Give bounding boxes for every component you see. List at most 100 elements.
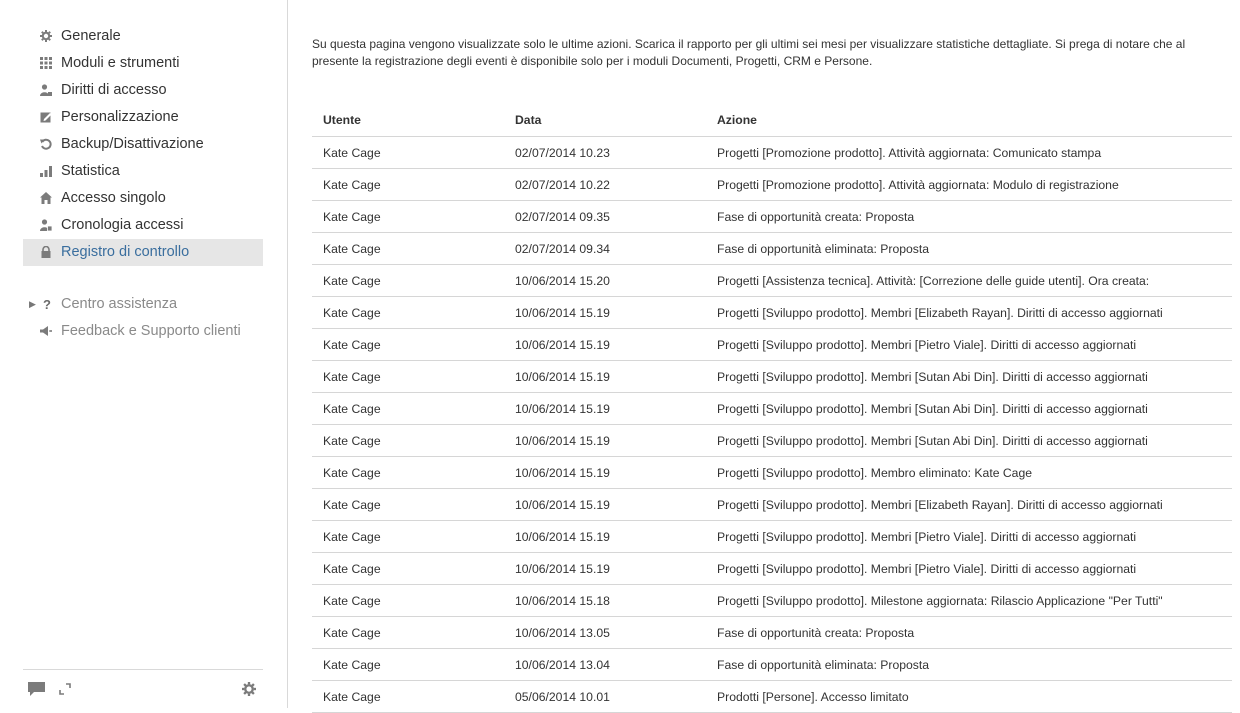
table-body: Kate Cage 02/07/2014 10.23 Progetti [Promo… <box>312 136 1232 713</box>
cell-action: Progetti [Sviluppo prodotto]. Membri [Su… <box>706 360 1232 393</box>
sidebar-item-label: Centro assistenza <box>61 296 178 312</box>
table-row: Kate Cage 10/06/2014 15.19 Progetti [Svilu… <box>312 328 1232 361</box>
cell-action: Progetti [Sviluppo prodotto]. Membri [Pi… <box>706 520 1232 553</box>
cell-action: Progetti [Sviluppo prodotto]. Membro eli… <box>706 456 1232 489</box>
cell-date: 02/07/2014 09.34 <box>504 232 706 265</box>
cell-action: Progetti [Promozione prodotto]. Attività… <box>706 136 1232 169</box>
table-header-row: Utente Data Azione <box>312 103 1232 137</box>
cell-action: Progetti [Sviluppo prodotto]. Membri [Su… <box>706 392 1232 425</box>
table-row: Kate Cage 02/07/2014 09.34 Fase di opportu… <box>312 232 1232 265</box>
user-key-icon <box>40 77 54 96</box>
column-header-data: Data <box>504 103 706 137</box>
cell-user: Kate Cage <box>312 168 504 201</box>
cell-action: Fase di opportunità creata: Proposta <box>706 616 1232 649</box>
sidebar-item-statistica[interactable]: Statistica <box>23 158 263 185</box>
cell-date: 10/06/2014 13.04 <box>504 648 706 681</box>
cell-action: Progetti [Sviluppo prodotto]. Membri [Pi… <box>706 328 1232 361</box>
sidebar-item-diritti[interactable]: Diritti di accesso <box>23 77 263 104</box>
cell-user: Kate Cage <box>312 648 504 681</box>
table-row: Kate Cage 10/06/2014 15.19 Progetti [Svilu… <box>312 296 1232 329</box>
sidebar-item-feedback[interactable]: Feedback e Supporto clienti <box>23 318 263 345</box>
chat-icon[interactable] <box>28 682 45 702</box>
sidebar-item-label: Diritti di accesso <box>61 82 167 98</box>
table-row: Kate Cage 02/07/2014 10.22 Progetti [Promo… <box>312 168 1232 201</box>
sidebar-item-label: Generale <box>61 28 121 44</box>
audit-log-table: Utente Data Azione Kate Cage 02/07/2014 1… <box>312 103 1232 713</box>
column-header-utente: Utente <box>312 103 504 137</box>
expand-icon[interactable] <box>59 682 71 700</box>
table-row: Kate Cage 10/06/2014 13.04 Fase di opportu… <box>312 648 1232 681</box>
restore-icon <box>40 131 54 150</box>
sidebar-item-label: Statistica <box>61 163 120 179</box>
grid-icon <box>40 50 54 69</box>
cell-date: 10/06/2014 15.19 <box>504 424 706 457</box>
table-row: Kate Cage 10/06/2014 13.05 Fase di opportu… <box>312 616 1232 649</box>
cell-date: 10/06/2014 13.05 <box>504 616 706 649</box>
sidebar-footer <box>23 669 263 709</box>
table-row: Kate Cage 10/06/2014 15.19 Progetti [Svilu… <box>312 456 1232 489</box>
cell-user: Kate Cage <box>312 392 504 425</box>
table-row: Kate Cage 10/06/2014 15.19 Progetti [Svilu… <box>312 488 1232 521</box>
sidebar-item-backup[interactable]: Backup/Disattivazione <box>23 131 263 158</box>
sidebar-item-registro[interactable]: Registro di controllo <box>23 239 263 266</box>
cell-action: Fase di opportunità eliminata: Proposta <box>706 648 1232 681</box>
table-row: Kate Cage 10/06/2014 15.19 Progetti [Svilu… <box>312 392 1232 425</box>
sidebar-item-centro-assistenza[interactable]: ▶ ? Centro assistenza <box>23 291 263 318</box>
main-content: Su questa pagina vengono visualizzate so… <box>312 0 1232 713</box>
sidebar-item-label: Backup/Disattivazione <box>61 136 204 152</box>
cell-user: Kate Cage <box>312 520 504 553</box>
table-row: Kate Cage 10/06/2014 15.19 Progetti [Svilu… <box>312 552 1232 585</box>
table-row: Kate Cage 10/06/2014 15.19 Progetti [Svilu… <box>312 520 1232 553</box>
cell-date: 10/06/2014 15.19 <box>504 456 706 489</box>
table-row: Kate Cage 10/06/2014 15.19 Progetti [Svilu… <box>312 360 1232 393</box>
cell-user: Kate Cage <box>312 488 504 521</box>
cell-date: 10/06/2014 15.19 <box>504 296 706 329</box>
cell-action: Progetti [Promozione prodotto]. Attività… <box>706 168 1232 201</box>
sidebar-item-generale[interactable]: Generale <box>23 23 263 50</box>
cell-user: Kate Cage <box>312 264 504 297</box>
column-header-azione: Azione <box>706 103 1232 137</box>
cell-action: Fase di opportunità eliminata: Proposta <box>706 232 1232 265</box>
sidebar-item-moduli[interactable]: Moduli e strumenti <box>23 50 263 77</box>
bar-chart-icon <box>40 158 54 177</box>
cell-user: Kate Cage <box>312 328 504 361</box>
cell-date: 02/07/2014 10.22 <box>504 168 706 201</box>
sidebar: Generale Moduli e strumenti Diritti di a… <box>0 0 288 708</box>
cell-user: Kate Cage <box>312 360 504 393</box>
cell-action: Progetti [Sviluppo prodotto]. Membri [Pi… <box>706 552 1232 585</box>
table-row: Kate Cage 02/07/2014 10.23 Progetti [Promo… <box>312 136 1232 169</box>
sidebar-item-accesso-singolo[interactable]: Accesso singolo <box>23 185 263 212</box>
cell-date: 10/06/2014 15.19 <box>504 488 706 521</box>
cell-user: Kate Cage <box>312 456 504 489</box>
sidebar-item-personalizzazione[interactable]: Personalizzazione <box>23 104 263 131</box>
cell-date: 10/06/2014 15.20 <box>504 264 706 297</box>
caret-right-icon[interactable]: ▶ <box>29 291 36 318</box>
cell-action: Progetti [Sviluppo prodotto]. Membri [El… <box>706 488 1232 521</box>
edit-icon <box>40 104 54 123</box>
sidebar-item-cronologia[interactable]: Cronologia accessi <box>23 212 263 239</box>
question-icon: ? <box>43 297 51 312</box>
user-history-icon <box>40 212 54 231</box>
sidebar-item-label: Accesso singolo <box>61 190 166 206</box>
home-icon <box>40 185 54 204</box>
gear-icon <box>40 23 54 42</box>
table-row: Kate Cage 10/06/2014 15.20 Progetti [Assis… <box>312 264 1232 297</box>
cell-action: Progetti [Sviluppo prodotto]. Membri [El… <box>706 296 1232 329</box>
table-row: Kate Cage 10/06/2014 15.19 Progetti [Svilu… <box>312 424 1232 457</box>
table-row: Kate Cage 02/07/2014 09.35 Fase di opportu… <box>312 200 1232 233</box>
cell-date: 10/06/2014 15.19 <box>504 552 706 585</box>
cell-date: 10/06/2014 15.19 <box>504 520 706 553</box>
cell-user: Kate Cage <box>312 296 504 329</box>
cell-user: Kate Cage <box>312 232 504 265</box>
sidebar-item-label: Personalizzazione <box>61 109 179 125</box>
help-nav: ▶ ? Centro assistenza Feedback e Support… <box>23 291 263 345</box>
cell-user: Kate Cage <box>312 584 504 617</box>
cell-date: 10/06/2014 15.19 <box>504 360 706 393</box>
cell-user: Kate Cage <box>312 424 504 457</box>
sidebar-item-label: Registro di controllo <box>61 244 190 260</box>
sidebar-item-label: Cronologia accessi <box>61 217 184 233</box>
settings-gear-icon[interactable] <box>242 682 256 701</box>
cell-action: Progetti [Sviluppo prodotto]. Milestone … <box>706 584 1232 617</box>
cell-date: 10/06/2014 15.19 <box>504 328 706 361</box>
megaphone-icon <box>40 318 54 337</box>
